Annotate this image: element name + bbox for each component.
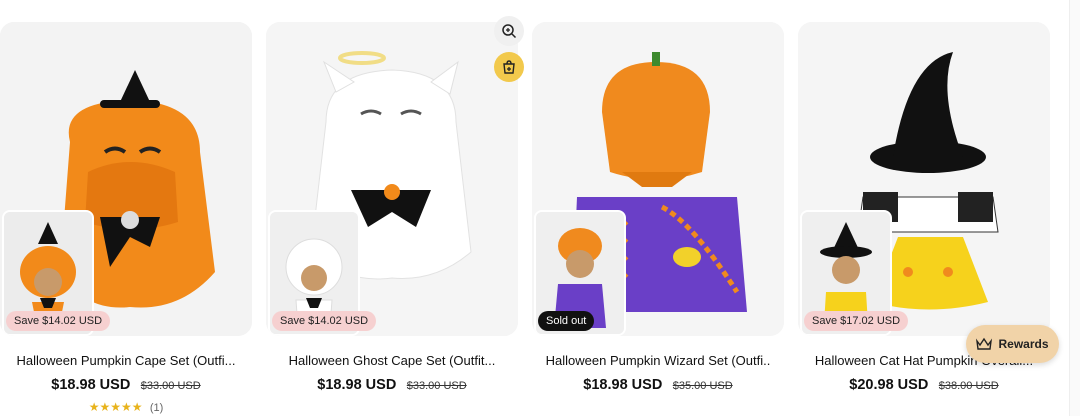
sale-price: $20.98 USD [849, 377, 929, 393]
quick-view-button[interactable] [494, 16, 524, 46]
product-image[interactable]: Save $14.02 USD [0, 22, 252, 336]
compare-price: $38.00 USD [938, 380, 999, 392]
price-row: $18.98 USD $35.00 USD [532, 376, 784, 394]
product-card[interactable]: Sold out Halloween Pumpkin Wizard Set (O… [532, 22, 784, 394]
price-row: $18.98 USD $33.00 USD [0, 376, 252, 394]
sale-price: $18.98 USD [317, 377, 397, 393]
product-image[interactable]: Save $17.02 USD [798, 22, 1050, 336]
add-to-cart-button[interactable] [494, 52, 524, 82]
product-title[interactable]: Halloween Pumpkin Wizard Set (Outfi.. [532, 353, 784, 368]
product-card[interactable]: Save $14.02 USD Halloween Pumpkin Cape S… [0, 22, 252, 414]
rewards-button[interactable]: Rewards [966, 325, 1059, 363]
zoom-in-icon [502, 24, 517, 39]
product-image[interactable]: Save $14.02 USD [266, 22, 518, 336]
save-badge: Save $17.02 USD [804, 311, 909, 331]
review-count: (1) [149, 402, 164, 414]
scrollbar[interactable] [1069, 0, 1080, 416]
add-to-cart-icon [503, 60, 515, 74]
sold-out-badge: Sold out [538, 311, 595, 331]
compare-price: $33.00 USD [140, 380, 201, 392]
sale-price: $18.98 USD [583, 377, 663, 393]
product-grid: Save $14.02 USD Halloween Pumpkin Cape S… [0, 0, 1080, 416]
product-title[interactable]: Halloween Ghost Cape Set (Outfit... [266, 353, 518, 368]
product-image[interactable]: Sold out [532, 22, 784, 336]
sale-price: $18.98 USD [51, 377, 131, 393]
product-title[interactable]: Halloween Pumpkin Cape Set (Outfi... [0, 353, 252, 368]
price-row: $18.98 USD $33.00 USD [266, 376, 518, 394]
crown-icon [976, 337, 993, 350]
rewards-label: Rewards [998, 337, 1049, 351]
compare-price: $33.00 USD [406, 380, 467, 392]
save-badge: Save $14.02 USD [6, 311, 111, 331]
price-row: $20.98 USD $38.00 USD [798, 376, 1050, 394]
rating: ★★★★★ (1) [0, 400, 252, 414]
save-badge: Save $14.02 USD [272, 311, 377, 331]
product-card[interactable]: Save $14.02 USD Halloween Ghost Cape Set… [266, 22, 518, 394]
star-rating-icon: ★★★★★ [88, 400, 143, 414]
compare-price: $35.00 USD [672, 380, 733, 392]
